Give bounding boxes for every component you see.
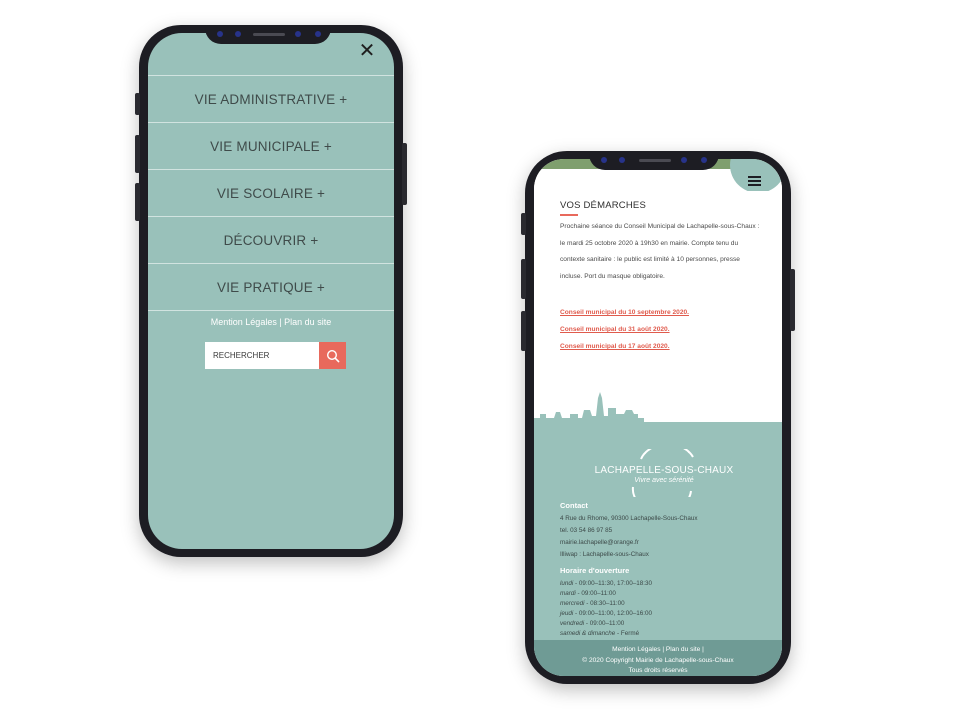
close-icon[interactable]: ✕ — [357, 41, 377, 61]
main-menu: VIE ADMINISTRATIVE + VIE MUNICIPALE + VI… — [148, 75, 394, 311]
menu-item-vie-municipale[interactable]: VIE MUNICIPALE + — [148, 123, 394, 170]
search-input[interactable]: RECHERCHER — [205, 342, 319, 369]
hours-row: vendredi - 09:00–11:00 — [560, 620, 625, 627]
hours-row: mercredi - 08:30–11:00 — [560, 600, 625, 607]
side-button — [135, 183, 140, 221]
village-skyline-image — [534, 392, 782, 432]
hours-row: jeudi - 09:00–11:00, 12:00–16:00 — [560, 610, 652, 617]
phone-notch — [205, 25, 331, 44]
side-button — [135, 135, 140, 173]
logo: LACHAPELLE-SOUS-CHAUX Vivre avec sérénit… — [589, 449, 739, 497]
side-button — [521, 311, 526, 351]
menu-hamburger-icon[interactable] — [740, 168, 770, 192]
link-conseil-17-aout[interactable]: Conseil municipal du 17 août 2020. — [560, 338, 689, 355]
copyright-text: © 2020 Copyright Mairie de Lachapelle-so… — [582, 657, 734, 664]
contact-phone[interactable]: tel. 03 54 86 97 85 — [560, 527, 612, 534]
side-button — [135, 93, 140, 115]
search-form: RECHERCHER — [205, 342, 346, 369]
hours-row: mardi - 09:00–11:00 — [560, 590, 616, 597]
menu-item-vie-scolaire[interactable]: VIE SCOLAIRE + — [148, 170, 394, 217]
phone-notch — [589, 151, 719, 170]
contact-illiwap: Illiwap : Lachapelle-sous-Chaux — [560, 551, 649, 558]
side-button — [790, 269, 795, 331]
bottom-links[interactable]: Mention Légales | Plan du site | — [534, 646, 782, 653]
side-button — [521, 213, 526, 235]
menu-screen: ✕ VIE ADMINISTRATIVE + VIE MUNICIPALE + … — [148, 33, 394, 549]
phone-mockup-menu: ✕ VIE ADMINISTRATIVE + VIE MUNICIPALE + … — [135, 25, 407, 557]
phone-mockup-page: VOS DÉMARCHES Prochaine séance du Consei… — [521, 151, 795, 684]
page-screen: VOS DÉMARCHES Prochaine séance du Consei… — [534, 159, 782, 676]
bottom-bar: Mention Légales | Plan du site | © 2020 … — [534, 640, 782, 676]
announcement-text: Prochaine séance du Conseil Municipal de… — [560, 223, 760, 280]
hours-title: Horaire d'ouverture — [560, 566, 630, 575]
search-icon — [326, 349, 339, 362]
logo-name: LACHAPELLE-SOUS-CHAUX — [594, 465, 734, 476]
rights-text: Tous droits réservés — [628, 667, 688, 674]
search-button[interactable] — [319, 342, 346, 369]
hours-row: samedi & dimanche - Fermé — [560, 630, 640, 637]
contact-email[interactable]: mairie.lachapelle@orange.fr — [560, 539, 639, 546]
section-title: VOS DÉMARCHES — [560, 200, 647, 211]
contact-title: Contact — [560, 501, 588, 510]
title-underline — [560, 214, 578, 216]
logo-tagline: Vivre avec sérénité — [634, 477, 694, 484]
council-links: Conseil municipal du 10 septembre 2020. … — [560, 304, 689, 355]
contact-address: 4 Rue du Rhome, 90300 Lachapelle-Sous-Ch… — [560, 515, 698, 522]
menu-item-vie-pratique[interactable]: VIE PRATIQUE + — [148, 264, 394, 311]
link-conseil-10-sept[interactable]: Conseil municipal du 10 septembre 2020. — [560, 304, 689, 321]
side-button — [521, 259, 526, 299]
menu-item-vie-administrative[interactable]: VIE ADMINISTRATIVE + — [148, 76, 394, 123]
hours-row: lundi - 09:00–11:30, 17:00–18:30 — [560, 580, 652, 587]
side-button — [402, 143, 407, 205]
link-conseil-31-aout[interactable]: Conseil municipal du 31 août 2020. — [560, 321, 689, 338]
footer-links[interactable]: Mention Légales | Plan du site — [148, 317, 394, 327]
menu-item-decouvrir[interactable]: DÉCOUVRIR + — [148, 217, 394, 264]
